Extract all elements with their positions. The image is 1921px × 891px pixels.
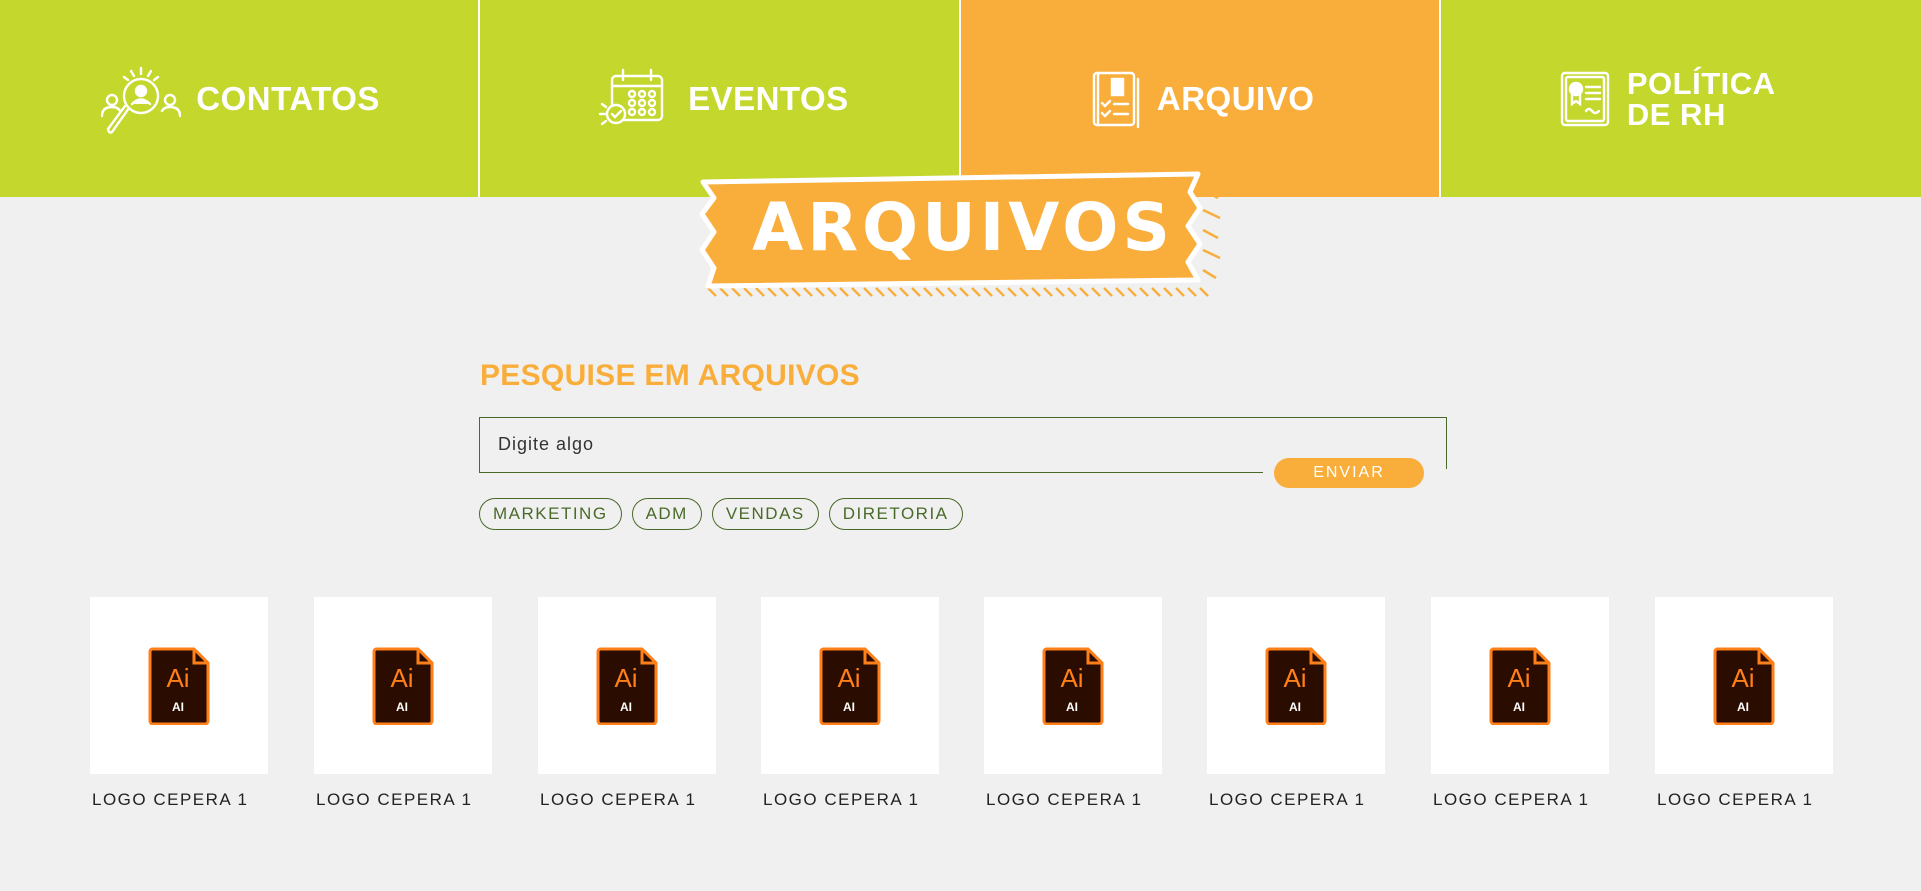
svg-text:Ai: Ai xyxy=(166,663,189,693)
illustrator-file-icon: Ai AI xyxy=(1042,647,1104,725)
nav-label: ARQUIVO xyxy=(1156,80,1315,117)
illustrator-file-icon: Ai AI xyxy=(596,647,658,725)
svg-text:AI: AI xyxy=(172,700,184,714)
illustrator-file-icon: Ai AI xyxy=(148,647,210,725)
nav-item-eventos[interactable]: EVENTOS xyxy=(480,0,961,197)
file-grid: Ai AI LOGO CEPERA 1 Ai AI LOGO CEPERA 1 … xyxy=(90,597,1835,817)
file-name: LOGO CEPERA 1 xyxy=(92,790,249,809)
nav-label: CONTATOS xyxy=(196,80,380,117)
filter-chip-marketing[interactable]: MARKETING xyxy=(479,498,622,530)
file-thumbnail: Ai AI xyxy=(314,597,492,774)
illustrator-file-icon: Ai AI xyxy=(372,647,434,725)
file-card[interactable]: Ai AI LOGO CEPERA 1 xyxy=(314,597,492,810)
file-card[interactable]: Ai AI LOGO CEPERA 1 xyxy=(90,597,268,810)
file-card[interactable]: Ai AI LOGO CEPERA 1 xyxy=(538,597,716,810)
file-name: LOGO CEPERA 1 xyxy=(1433,790,1590,809)
file-name: LOGO CEPERA 1 xyxy=(540,790,697,809)
nav-label-line: POLÍTICA xyxy=(1626,65,1776,101)
file-thumbnail: Ai AI xyxy=(90,597,268,774)
file-name: LOGO CEPERA 1 xyxy=(1657,790,1814,809)
svg-text:AI: AI xyxy=(1737,700,1749,714)
svg-text:AI: AI xyxy=(1513,700,1525,714)
illustrator-file-icon: Ai AI xyxy=(1265,647,1327,725)
nav-item-politica-de-rh[interactable]: POLÍTICA DE RH xyxy=(1440,0,1921,197)
file-thumbnail: Ai AI xyxy=(1655,597,1833,774)
illustrator-file-icon: Ai AI xyxy=(819,647,881,725)
illustrator-file-icon: Ai AI xyxy=(1489,647,1551,725)
file-card[interactable]: Ai AI LOGO CEPERA 1 xyxy=(984,597,1162,810)
svg-text:AI: AI xyxy=(396,700,408,714)
filter-chip-vendas[interactable]: VENDAS xyxy=(711,498,819,530)
file-card[interactable]: Ai AI LOGO CEPERA 1 xyxy=(1207,597,1385,810)
certificate-icon xyxy=(1555,69,1615,129)
file-name: LOGO CEPERA 1 xyxy=(763,790,920,809)
nav-label-line: DE RH xyxy=(1626,96,1726,132)
filter-chips: MARKETING ADM VENDAS DIRETORIA xyxy=(479,498,963,530)
svg-text:AI: AI xyxy=(1289,700,1301,714)
file-name: LOGO CEPERA 1 xyxy=(316,790,473,809)
file-thumbnail: Ai AI xyxy=(984,597,1162,774)
nav-label: EVENTOS xyxy=(688,80,849,117)
file-thumbnail: Ai AI xyxy=(761,597,939,774)
nav-label: POLÍTICA DE RH xyxy=(1627,68,1807,130)
illustrator-file-icon: Ai AI xyxy=(1713,647,1775,725)
file-thumbnail: Ai AI xyxy=(1431,597,1609,774)
file-name: LOGO CEPERA 1 xyxy=(986,790,1143,809)
svg-text:Ai: Ai xyxy=(837,663,860,693)
file-card[interactable]: Ai AI LOGO CEPERA 1 xyxy=(1431,597,1609,810)
svg-text:Ai: Ai xyxy=(1283,663,1306,693)
svg-text:AI: AI xyxy=(620,700,632,714)
filter-chip-adm[interactable]: ADM xyxy=(631,498,702,530)
main-nav: CONTATOS EVENTOS ARQUIVO POLÍTICA DE RH xyxy=(0,0,1921,197)
svg-text:Ai: Ai xyxy=(614,663,637,693)
nav-item-contatos[interactable]: CONTATOS xyxy=(0,0,481,197)
page-title-banner: ARQUIVOS xyxy=(698,170,1228,305)
svg-text:Ai: Ai xyxy=(1507,663,1530,693)
file-thumbnail: Ai AI xyxy=(1207,597,1385,774)
page-title: ARQUIVOS xyxy=(752,189,1174,266)
svg-text:AI: AI xyxy=(843,700,855,714)
svg-text:Ai: Ai xyxy=(1060,663,1083,693)
file-name: LOGO CEPERA 1 xyxy=(1209,790,1366,809)
filter-chip-diretoria[interactable]: DIRETORIA xyxy=(828,498,963,530)
search-input[interactable] xyxy=(498,418,1258,471)
svg-text:AI: AI xyxy=(1066,700,1078,714)
document-checklist-icon xyxy=(1085,69,1145,129)
file-card[interactable]: Ai AI LOGO CEPERA 1 xyxy=(1655,597,1833,810)
send-button[interactable]: ENVIAR xyxy=(1274,458,1424,488)
nav-item-arquivo[interactable]: ARQUIVO xyxy=(960,0,1441,197)
calendar-icon xyxy=(590,56,676,142)
file-card[interactable]: Ai AI LOGO CEPERA 1 xyxy=(761,597,939,810)
svg-text:Ai: Ai xyxy=(390,663,413,693)
file-thumbnail: Ai AI xyxy=(538,597,716,774)
search-heading: PESQUISE EM ARQUIVOS xyxy=(480,359,860,392)
svg-text:Ai: Ai xyxy=(1731,663,1754,693)
contacts-search-icon xyxy=(98,56,184,142)
